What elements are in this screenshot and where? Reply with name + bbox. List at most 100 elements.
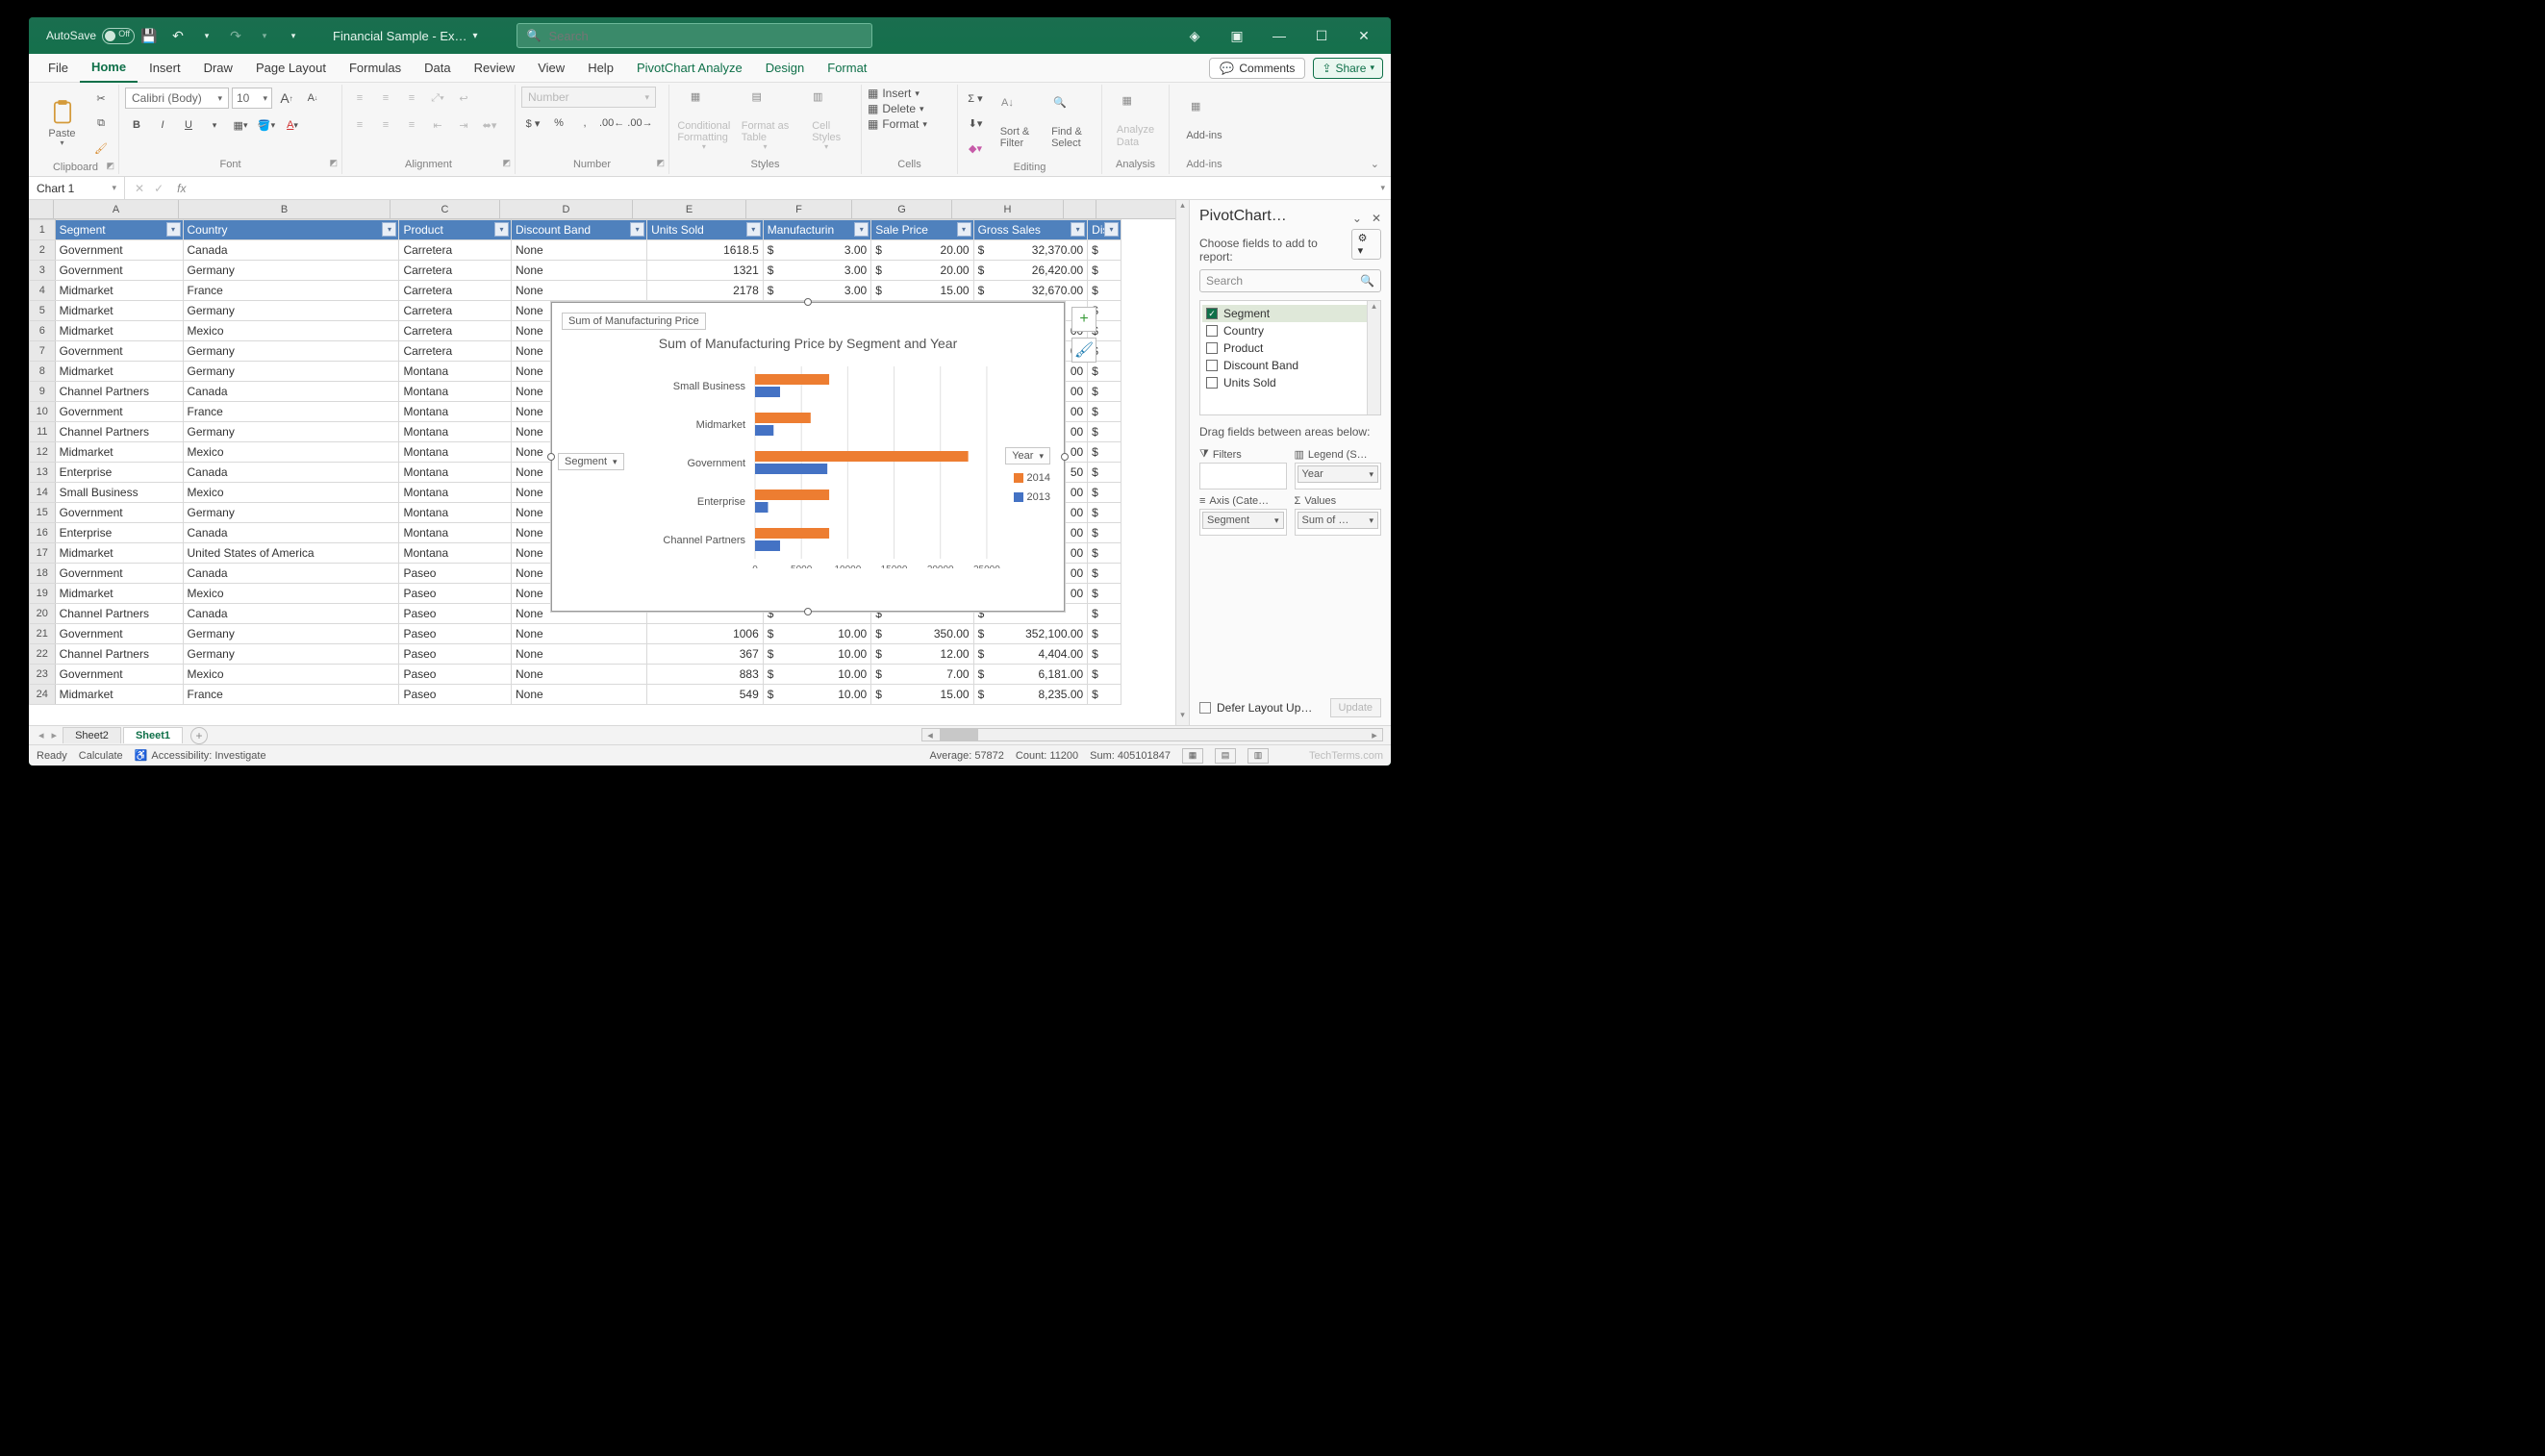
font-color-icon[interactable]: A▾ bbox=[281, 113, 304, 137]
accessibility-icon[interactable]: ♿ bbox=[135, 749, 148, 762]
fill-icon[interactable]: ⬇▾ bbox=[964, 112, 987, 135]
tab-insert[interactable]: Insert bbox=[138, 54, 192, 83]
tab-design[interactable]: Design bbox=[754, 54, 816, 83]
sheet-nav-prev-icon[interactable]: ◂ bbox=[35, 729, 48, 741]
table-row[interactable]: 3GovernmentGermanyCarreteraNone1321$3.00… bbox=[30, 261, 1121, 281]
tab-home[interactable]: Home bbox=[80, 54, 138, 83]
qat-more-icon[interactable]: ▾ bbox=[281, 23, 306, 48]
search-input[interactable] bbox=[548, 29, 861, 43]
minimize-button[interactable]: — bbox=[1258, 17, 1300, 54]
field-item[interactable]: Units Sold bbox=[1202, 374, 1378, 391]
autosum-icon[interactable]: Σ ▾ bbox=[964, 87, 987, 110]
table-row[interactable]: 2GovernmentCanadaCarreteraNone1618.5$3.0… bbox=[30, 240, 1121, 261]
addins-button[interactable]: ▦Add-ins bbox=[1175, 88, 1233, 156]
format-painter-icon[interactable]: 🖌 bbox=[89, 137, 113, 160]
checkbox-icon[interactable] bbox=[1206, 325, 1218, 337]
decrease-font-icon[interactable]: A↓ bbox=[301, 87, 324, 110]
tab-page-layout[interactable]: Page Layout bbox=[244, 54, 338, 83]
filter-icon[interactable]: ▾ bbox=[494, 222, 509, 237]
fx-icon[interactable]: fx bbox=[177, 182, 186, 195]
field-item[interactable]: Country bbox=[1202, 322, 1378, 339]
chart-title[interactable]: Sum of Manufacturing Price by Segment an… bbox=[552, 336, 1064, 351]
col-header[interactable]: E bbox=[633, 200, 746, 218]
new-sheet-button[interactable]: + bbox=[190, 727, 208, 744]
col-header[interactable]: H bbox=[952, 200, 1064, 218]
values-area[interactable]: Sum of …▾ bbox=[1295, 509, 1382, 536]
field-list[interactable]: ✓SegmentCountryProductDiscount BandUnits… bbox=[1199, 300, 1381, 415]
insert-cells-button[interactable]: ▦Insert▾ bbox=[868, 87, 920, 100]
vertical-scrollbar[interactable]: ▴▾ bbox=[1175, 200, 1189, 725]
select-all-corner[interactable] bbox=[29, 200, 54, 218]
field-item[interactable]: ✓Segment bbox=[1202, 305, 1378, 322]
page-break-view-icon[interactable]: ▥ bbox=[1247, 748, 1269, 764]
dialog-launcher-icon[interactable]: ◩ bbox=[656, 158, 665, 168]
share-button[interactable]: ⇪ Share ▾ bbox=[1313, 58, 1383, 79]
tab-format[interactable]: Format bbox=[816, 54, 878, 83]
dialog-launcher-icon[interactable]: ◩ bbox=[502, 158, 511, 168]
autosave-toggle[interactable]: AutoSave bbox=[46, 28, 135, 44]
close-pane-icon[interactable]: ✕ bbox=[1372, 212, 1381, 225]
page-layout-view-icon[interactable]: ▤ bbox=[1215, 748, 1236, 764]
border-icon[interactable]: ▦▾ bbox=[229, 113, 252, 137]
bold-button[interactable]: B bbox=[125, 113, 148, 137]
pivot-segment-button[interactable]: Segment▾ bbox=[558, 453, 624, 470]
resize-handle[interactable] bbox=[1061, 453, 1069, 461]
tab-pivotchart-analyze[interactable]: PivotChart Analyze bbox=[625, 54, 754, 83]
filter-icon[interactable]: ▾ bbox=[1104, 222, 1119, 237]
col-header[interactable]: A bbox=[54, 200, 179, 218]
undo-icon[interactable]: ↶ bbox=[165, 23, 190, 48]
checkbox-icon[interactable] bbox=[1206, 360, 1218, 371]
sheet-tab[interactable]: Sheet2 bbox=[63, 727, 121, 743]
col-header[interactable]: G bbox=[852, 200, 952, 218]
table-row[interactable]: 23GovernmentMexicoPaseoNone883$10.00$7.0… bbox=[30, 665, 1121, 685]
table-row[interactable]: 22Channel PartnersGermanyPaseoNone367$10… bbox=[30, 644, 1121, 665]
filter-icon[interactable]: ▾ bbox=[957, 222, 971, 237]
pivot-field-button[interactable]: Sum of Manufacturing Price bbox=[562, 313, 706, 330]
area-pill[interactable]: Year▾ bbox=[1298, 465, 1379, 483]
clear-icon[interactable]: ◆▾ bbox=[964, 137, 987, 160]
save-icon[interactable]: 💾 bbox=[137, 23, 162, 48]
format-cells-button[interactable]: ▦Format▾ bbox=[868, 117, 927, 131]
fill-color-icon[interactable]: 🪣▾ bbox=[255, 113, 278, 137]
tab-review[interactable]: Review bbox=[463, 54, 527, 83]
col-header[interactable]: D bbox=[500, 200, 633, 218]
diamond-icon[interactable]: ◈ bbox=[1173, 17, 1216, 54]
ribbon-display-icon[interactable]: ▣ bbox=[1216, 17, 1258, 54]
table-row[interactable]: 4MidmarketFranceCarreteraNone2178$3.00$1… bbox=[30, 281, 1121, 301]
worksheet-grid[interactable]: A B C D E F G H 1Segment▾Country▾Product… bbox=[29, 200, 1175, 725]
filter-icon[interactable]: ▾ bbox=[746, 222, 761, 237]
col-header[interactable]: B bbox=[179, 200, 391, 218]
sheet-nav-next-icon[interactable]: ▸ bbox=[48, 729, 62, 741]
table-row[interactable]: 21GovernmentGermanyPaseoNone1006$10.00$3… bbox=[30, 624, 1121, 644]
comments-button[interactable]: 💬 Comments bbox=[1209, 58, 1305, 79]
name-box[interactable]: Chart 1▾ bbox=[29, 177, 125, 199]
col-header[interactable] bbox=[1064, 200, 1096, 218]
dialog-launcher-icon[interactable]: ◩ bbox=[329, 158, 338, 168]
search-box[interactable]: 🔍 bbox=[517, 23, 872, 48]
field-item[interactable]: Discount Band bbox=[1202, 357, 1378, 374]
chart-elements-button[interactable]: + bbox=[1071, 307, 1096, 332]
defer-checkbox[interactable] bbox=[1199, 702, 1211, 714]
sort-filter-button[interactable]: A↓Sort & Filter bbox=[991, 89, 1039, 157]
area-pill[interactable]: Sum of …▾ bbox=[1298, 512, 1379, 529]
collapse-pane-icon[interactable]: ⌄ bbox=[1352, 212, 1362, 225]
sheet-tab[interactable]: Sheet1 bbox=[123, 727, 183, 743]
filter-icon[interactable]: ▾ bbox=[1071, 222, 1085, 237]
dialog-launcher-icon[interactable]: ◩ bbox=[106, 161, 114, 171]
checkbox-icon[interactable] bbox=[1206, 342, 1218, 354]
italic-button[interactable]: I bbox=[151, 113, 174, 137]
resize-handle[interactable] bbox=[804, 608, 812, 615]
delete-cells-button[interactable]: ▦Delete▾ bbox=[868, 102, 924, 115]
chevron-down-icon[interactable]: ▾ bbox=[1370, 63, 1374, 73]
toggle-off-icon[interactable] bbox=[102, 28, 135, 44]
field-item[interactable]: Product bbox=[1202, 339, 1378, 357]
status-accessibility[interactable]: Accessibility: Investigate bbox=[151, 750, 265, 762]
tab-help[interactable]: Help bbox=[576, 54, 625, 83]
col-header[interactable]: F bbox=[746, 200, 852, 218]
tab-data[interactable]: Data bbox=[413, 54, 462, 83]
col-header[interactable]: C bbox=[391, 200, 500, 218]
chevron-down-icon[interactable]: ▾ bbox=[473, 31, 478, 41]
increase-font-icon[interactable]: A↑ bbox=[275, 87, 298, 110]
field-scrollbar[interactable]: ▴ bbox=[1367, 301, 1380, 414]
tab-file[interactable]: File bbox=[37, 54, 80, 83]
